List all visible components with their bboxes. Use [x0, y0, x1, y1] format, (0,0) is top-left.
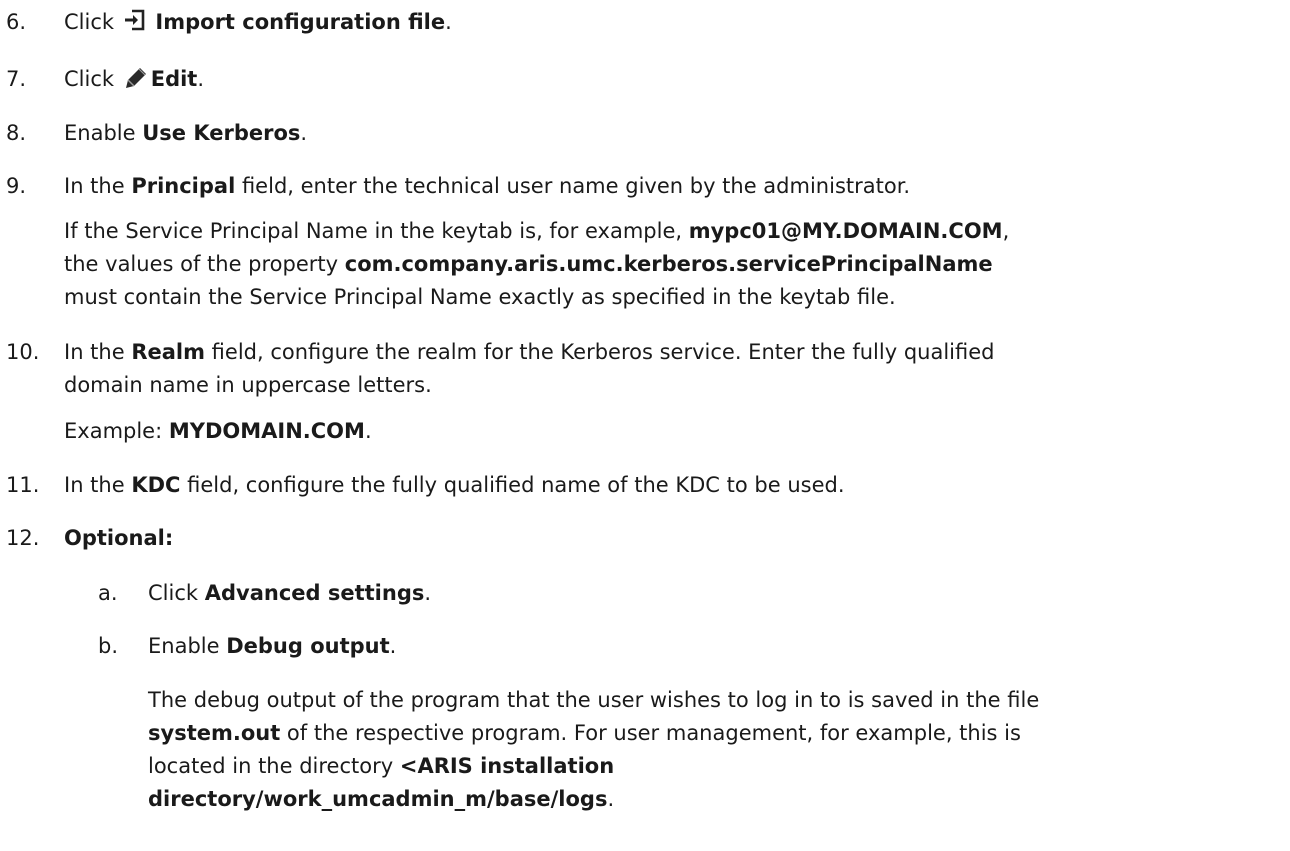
step-number: 6.: [6, 10, 27, 34]
kdc-label: KDC: [131, 473, 181, 497]
substep-label: b.: [98, 634, 119, 658]
debug-note-line-4: directory/work_umcadmin_m/base/logs.: [148, 787, 615, 811]
principal-label: Principal: [131, 174, 236, 198]
step-number: 9.: [6, 174, 27, 198]
import-icon: [123, 8, 147, 42]
step-text: Click: [64, 67, 115, 91]
advanced-settings-label: Advanced settings: [204, 581, 425, 605]
import-configuration-file-label: Import configuration file: [155, 10, 446, 34]
pencil-icon: [123, 65, 149, 99]
step-number: 8.: [6, 121, 27, 145]
debug-note-line-3: located in the directory <ARIS installat…: [148, 754, 615, 778]
realm-example: Example: MYDOMAIN.COM.: [64, 419, 372, 443]
use-kerberos-label: Use Kerberos: [142, 121, 301, 145]
debug-note-line-1: The debug output of the program that the…: [148, 688, 1040, 712]
realm-label: Realm: [131, 340, 205, 364]
document-page: 6. Click Import configuration file. 7. C…: [0, 0, 1290, 851]
realm-line-2: domain name in uppercase letters.: [64, 373, 432, 397]
principal-note-line-1: If the Service Principal Name in the key…: [64, 219, 1010, 243]
substep-label: a.: [98, 581, 118, 605]
step-number: 7.: [6, 67, 27, 91]
step-number: 11.: [6, 473, 40, 497]
principal-note-line-3: must contain the Service Principal Name …: [64, 285, 896, 309]
debug-output-label: Debug output: [226, 634, 390, 658]
edit-label: Edit: [150, 67, 198, 91]
optional-label: Optional:: [64, 526, 174, 550]
step-number: 12.: [6, 526, 40, 550]
step-number: 10.: [6, 340, 40, 364]
step-text: Click: [64, 10, 115, 34]
principal-note-line-2: the values of the property com.company.a…: [64, 252, 993, 276]
debug-note-line-2: system.out of the respective program. Fo…: [148, 721, 1021, 745]
